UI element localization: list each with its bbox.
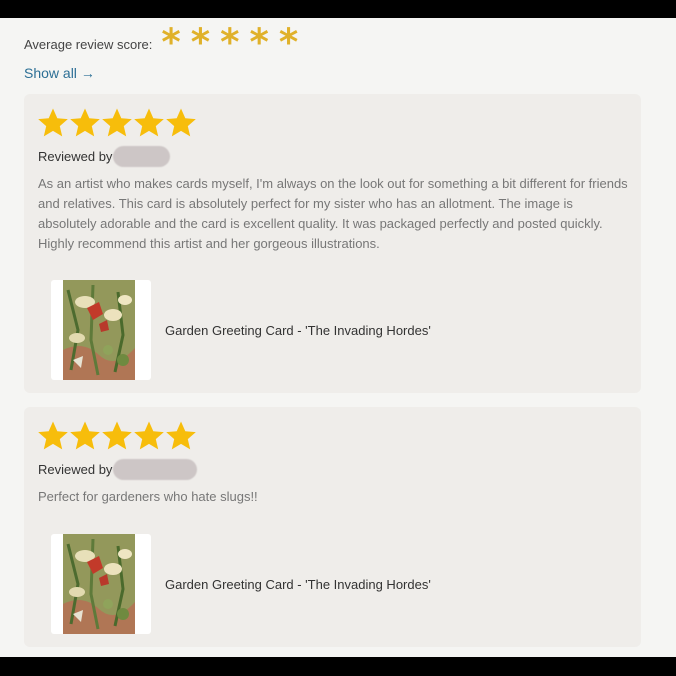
review-card: Reviewed by Perfect for gardeners who ha… (24, 407, 641, 647)
reviewed-by-label: Reviewed by (38, 149, 113, 164)
review-text: As an artist who makes cards myself, I'm… (38, 176, 628, 251)
average-review-label: Average review score: (24, 36, 153, 52)
reviews-page: Average review score: * * * * * Show all… (0, 18, 676, 657)
show-all-label: Show all (24, 65, 77, 81)
reviewed-by-label: Reviewed by (38, 462, 113, 477)
star-icon (133, 107, 165, 138)
review-card: Reviewed by As an artist who makes cards… (24, 94, 641, 393)
review-rating-stars (37, 107, 197, 138)
average-review-summary: Average review score: * * * * * (24, 21, 299, 64)
average-rating-stars: * * * * * (161, 21, 299, 64)
product-name[interactable]: Garden Greeting Card - 'The Invading Hor… (165, 577, 431, 592)
star-icon (101, 420, 133, 451)
rating-asterisk-icon: * (249, 21, 269, 64)
product-thumbnail-frame[interactable] (51, 280, 151, 380)
product-name[interactable]: Garden Greeting Card - 'The Invading Hor… (165, 323, 431, 338)
garden-card-thumbnail-icon (63, 534, 135, 634)
rating-asterisk-icon: * (190, 21, 211, 64)
show-all-link[interactable]: Show all → (24, 65, 95, 81)
star-icon (37, 420, 69, 451)
star-icon (69, 420, 101, 451)
review-text: Perfect for gardeners who hate slugs!! (38, 489, 258, 504)
reviewer-name-redacted (113, 459, 198, 480)
rating-asterisk-icon: * (161, 21, 181, 64)
reviewer-line: Reviewed by (38, 146, 171, 167)
rating-asterisk-icon: * (278, 21, 299, 64)
star-icon (165, 420, 197, 451)
arrow-right-icon: → (80, 65, 95, 81)
reviewed-product-link[interactable]: Garden Greeting Card - 'The Invading Hor… (51, 280, 431, 380)
reviewer-line: Reviewed by (38, 459, 198, 480)
star-icon (165, 107, 197, 138)
reviewer-name-redacted (113, 146, 171, 167)
rating-asterisk-icon: * (220, 21, 240, 64)
review-rating-stars (37, 420, 197, 451)
star-icon (101, 107, 133, 138)
product-thumbnail-frame[interactable] (51, 534, 151, 634)
reviewed-product-link[interactable]: Garden Greeting Card - 'The Invading Hor… (51, 534, 431, 634)
star-icon (69, 107, 101, 138)
star-icon (37, 107, 69, 138)
garden-card-thumbnail-icon (63, 280, 135, 380)
star-icon (133, 420, 165, 451)
